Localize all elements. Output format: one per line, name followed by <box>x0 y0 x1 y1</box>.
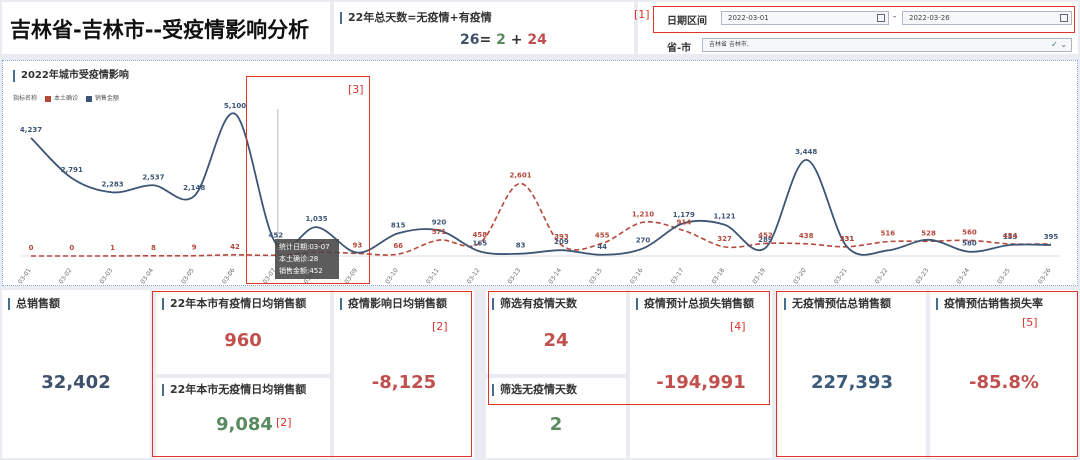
chart-panel: 2022年城市受疫情影响 指标名称 本土确诊 销售金额 4,237 2,791 2,… <box>2 60 1078 286</box>
data-label-sales: 920 <box>432 218 447 226</box>
data-label-confirmed: 516 <box>880 230 895 238</box>
annotation-box-5 <box>776 291 1078 457</box>
x-tick-label: 03-10 <box>384 267 400 285</box>
data-label-confirmed: 438 <box>799 232 814 240</box>
series-line-confirmed <box>30 182 1052 257</box>
x-tick-label: 03-01 <box>17 267 33 285</box>
data-label-sales: 815 <box>391 221 406 229</box>
data-label-confirmed: 1 <box>110 244 115 252</box>
data-label-confirmed: 2,601 <box>510 171 532 179</box>
x-tick-label: 03-03 <box>99 267 115 285</box>
data-label-confirmed: 0 <box>69 244 74 252</box>
data-label-sales: 2,148 <box>183 184 205 192</box>
data-label-confirmed: 914 <box>676 219 691 227</box>
x-tick-label: 03-02 <box>58 267 74 285</box>
data-label-sales: 2,283 <box>102 180 124 188</box>
data-label-sales: 270 <box>636 236 651 244</box>
kpi-total-sales: 总销售额 32,402 <box>2 290 150 458</box>
page-title: 吉林省-吉林市--受疫情影响分析 <box>10 18 310 42</box>
total-days-value: 26 <box>460 32 480 48</box>
x-tick-label: 03-20 <box>792 267 808 285</box>
data-label-confirmed: 528 <box>921 229 936 237</box>
province-value: 吉林省 吉林市, <box>709 41 749 48</box>
plus-sign: + <box>510 32 523 48</box>
kpi-total-sales-label: 总销售额 <box>8 298 60 310</box>
x-tick-label: 03-06 <box>221 267 237 285</box>
province-select[interactable]: 吉林省 吉林市, ✓ ⌄ <box>702 38 1072 52</box>
data-label-confirmed: 434 <box>1003 232 1018 240</box>
line-chart[interactable]: 4,2372,7912,2832,5372,1485,1004521,03581… <box>3 61 1079 287</box>
x-tick-label: 03-18 <box>711 267 727 285</box>
annotation-box-2 <box>152 291 472 457</box>
eq-sign: = <box>479 32 492 48</box>
x-tick-label: 03-15 <box>588 267 604 285</box>
province-label: 省-市 <box>667 43 692 54</box>
data-label-sales: 395 <box>1044 233 1059 241</box>
data-label-sales: 1,121 <box>714 213 736 221</box>
data-label-sales: 2,791 <box>61 166 83 174</box>
x-tick-label: 03-05 <box>180 267 196 285</box>
data-label-confirmed: 571 <box>432 228 447 236</box>
x-tick-label: 03-11 <box>425 267 441 285</box>
chevron-down-icon[interactable]: ✓ ⌄ <box>1051 39 1067 51</box>
data-label-confirmed: 0 <box>29 244 34 252</box>
data-label-sales: 2,537 <box>142 173 164 181</box>
kpi-total-sales-value: 32,402 <box>41 372 111 393</box>
data-label-sales: 44 <box>597 243 607 251</box>
x-tick-label: 03-04 <box>139 267 155 285</box>
data-label-sales: 3,448 <box>795 148 817 156</box>
kpi-filter-noepi-value: 2 <box>549 414 563 435</box>
note-3: [3] <box>348 83 364 96</box>
x-tick-label: 03-25 <box>996 267 1012 285</box>
x-tick-label: 03-13 <box>507 267 523 285</box>
data-label-confirmed: 331 <box>840 235 855 243</box>
note-1: [1] <box>634 8 650 21</box>
annotation-box-3 <box>246 76 370 284</box>
x-tick-label: 03-21 <box>833 267 849 285</box>
total-days-formula: 26= 2 + 24 <box>460 32 547 48</box>
data-label-confirmed: 455 <box>595 231 610 239</box>
total-days-label: 22年总天数=无疫情+有疫情 <box>340 12 492 24</box>
data-label-sales: 4,237 <box>20 126 42 134</box>
total-days-panel: 22年总天数=无疫情+有疫情 26= 2 + 24 <box>334 2 634 54</box>
x-tick-label: 03-22 <box>874 267 890 285</box>
title-panel: 吉林省-吉林市--受疫情影响分析 <box>2 2 330 54</box>
data-label-confirmed: 452 <box>758 231 773 239</box>
data-label-confirmed: 458 <box>472 231 487 239</box>
data-label-confirmed: 560 <box>962 228 977 236</box>
x-tick-label: 03-26 <box>1037 267 1053 285</box>
data-label-confirmed: 66 <box>393 242 403 250</box>
data-label-confirmed: 393 <box>554 233 569 241</box>
no-epidemic-days-value: 2 <box>496 32 506 48</box>
data-label-confirmed: 9 <box>192 244 197 252</box>
x-tick-label: 03-24 <box>955 267 971 285</box>
data-label-sales: 83 <box>516 242 526 250</box>
x-tick-label: 03-16 <box>629 267 645 285</box>
epidemic-days-value: 24 <box>527 32 547 48</box>
data-label-confirmed: 327 <box>717 235 732 243</box>
annotation-box-1 <box>653 6 1075 33</box>
x-tick-label: 03-19 <box>751 267 767 285</box>
x-tick-label: 03-17 <box>670 267 686 285</box>
x-tick-label: 03-23 <box>915 267 931 285</box>
data-label-confirmed: 42 <box>230 243 240 251</box>
data-label-sales: 5,100 <box>224 102 246 110</box>
data-label-sales: 165 <box>472 239 487 247</box>
x-tick-label: 03-12 <box>466 267 482 285</box>
data-label-sales: 580 <box>962 240 977 248</box>
data-label-confirmed: 8 <box>151 244 156 252</box>
annotation-box-4 <box>488 291 770 405</box>
data-label-confirmed: 1,210 <box>632 210 654 218</box>
x-tick-label: 03-14 <box>547 267 563 285</box>
